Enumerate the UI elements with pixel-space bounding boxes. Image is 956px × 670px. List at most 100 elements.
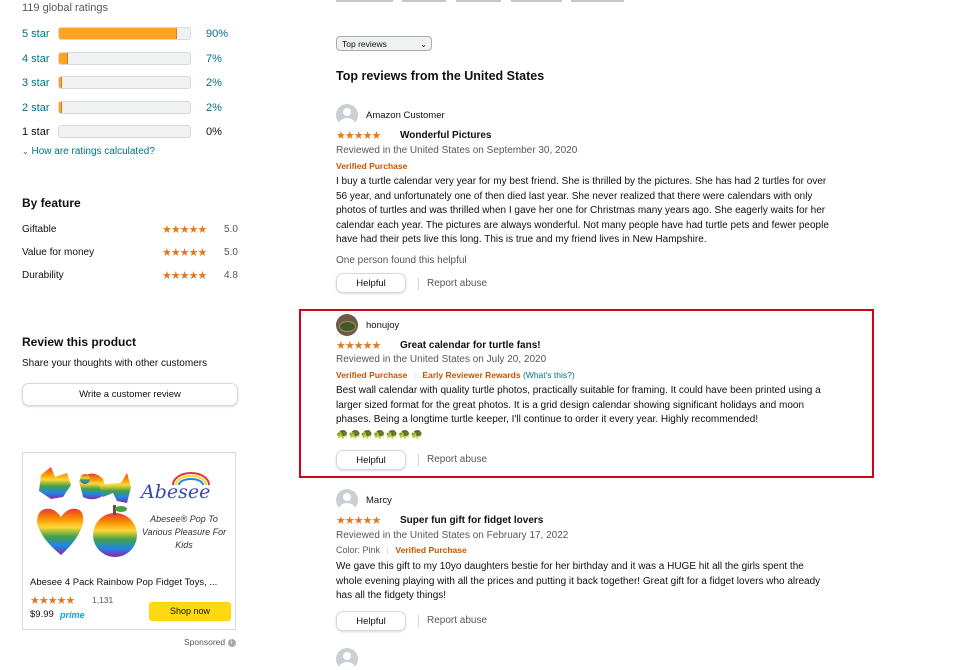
ad-tagline: Abesee® Pop To Various Pleasure For Kids bbox=[141, 514, 227, 550]
review-date: Reviewed in the United States on July 20… bbox=[336, 354, 547, 365]
review-title[interactable]: Wonderful Pictures bbox=[400, 130, 492, 141]
avatar[interactable] bbox=[336, 489, 358, 511]
helpful-button[interactable]: Helpful bbox=[336, 450, 406, 470]
chevron-down-icon: ⌄ bbox=[420, 40, 427, 49]
reviewer-name[interactable]: Amazon Customer bbox=[366, 110, 445, 121]
avatar[interactable] bbox=[336, 314, 358, 336]
report-abuse-link[interactable]: Report abuse bbox=[418, 278, 487, 290]
sponsored-label[interactable]: Sponsored i bbox=[184, 637, 236, 647]
star-rating-icon[interactable]: ★★★★★ bbox=[336, 129, 381, 142]
histogram-row-3-star[interactable]: 3 star 2% bbox=[22, 75, 232, 91]
feature-row-value-for-money: Value for money ★★★★★ 5.0 bbox=[22, 247, 240, 263]
star-rating-icon[interactable]: ★★★★★ bbox=[336, 514, 381, 527]
feature-row-giftable: Giftable ★★★★★ 5.0 bbox=[22, 224, 240, 240]
review-body: Best wall calendar with quality turtle p… bbox=[336, 385, 821, 425]
histogram-bar[interactable] bbox=[58, 101, 191, 114]
histogram-percent[interactable]: 7% bbox=[206, 51, 222, 67]
verified-purchase-badge: Verified Purchase bbox=[336, 370, 408, 380]
by-feature-title: By feature bbox=[22, 196, 81, 210]
helpful-count: One person found this helpful bbox=[336, 255, 467, 266]
histogram-percent[interactable]: 2% bbox=[206, 100, 222, 116]
histogram-label: 1 star bbox=[22, 126, 50, 138]
whats-this-link[interactable]: (What's this?) bbox=[523, 370, 575, 380]
ad-rating-count[interactable]: 1,131 bbox=[92, 595, 113, 605]
histogram-row-5-star[interactable]: 5 star 90% bbox=[22, 26, 232, 42]
histogram-row-2-star[interactable]: 2 star 2% bbox=[22, 100, 232, 116]
turtle-emoji-icons: 🐢🐢🐢🐢🐢🐢🐢 bbox=[336, 429, 424, 440]
sort-selected-value: Top reviews bbox=[342, 39, 387, 49]
review-date: Reviewed in the United States on Februar… bbox=[336, 530, 569, 541]
review-this-product-title: Review this product bbox=[22, 335, 137, 349]
verified-purchase-badge: Verified Purchase bbox=[395, 545, 467, 555]
feature-row-durability: Durability ★★★★★ 4.8 bbox=[22, 270, 240, 286]
histogram-label[interactable]: 2 star bbox=[22, 100, 50, 116]
histogram-bar[interactable] bbox=[58, 52, 191, 65]
histogram-bar[interactable] bbox=[58, 76, 191, 89]
shop-now-button[interactable]: Shop now bbox=[149, 602, 231, 621]
feature-score: 5.0 bbox=[224, 247, 238, 258]
badge-separator: | bbox=[386, 545, 389, 555]
histogram-percent: 0% bbox=[206, 126, 222, 138]
sponsored-ad[interactable]: Abesee Abesee® Pop To Various Pleasure F… bbox=[22, 452, 236, 630]
review-title[interactable]: Great calendar for turtle fans! bbox=[400, 340, 541, 351]
ad-product-image[interactable] bbox=[33, 463, 141, 567]
histogram-fill bbox=[59, 53, 69, 64]
review-body: We gave this gift to my 10yo daughters b… bbox=[336, 561, 821, 601]
feature-name: Value for money bbox=[22, 247, 95, 258]
review-item: Marcy ★★★★★ Super fun gift for fidget lo… bbox=[336, 489, 836, 639]
avatar[interactable] bbox=[336, 104, 358, 126]
star-rating-icon: ★★★★★ bbox=[162, 224, 207, 236]
info-icon: i bbox=[227, 638, 236, 647]
review-item: Amazon Customer ★★★★★ Wonderful Pictures… bbox=[336, 104, 836, 294]
histogram-fill bbox=[59, 77, 62, 88]
star-rating-icon[interactable]: ★★★★★ bbox=[336, 339, 381, 352]
avatar[interactable] bbox=[336, 648, 358, 670]
report-abuse-link[interactable]: Report abuse bbox=[418, 454, 487, 466]
how-ratings-calculated-link[interactable]: ⌄ How are ratings calculated? bbox=[22, 146, 155, 157]
report-abuse-link[interactable]: Report abuse bbox=[418, 615, 487, 627]
write-review-button[interactable]: Write a customer review bbox=[22, 383, 238, 406]
ad-price: $9.99 bbox=[30, 609, 54, 620]
review-badges: Color: Pink | Verified Purchase bbox=[336, 545, 467, 555]
review-body: I buy a turtle calendar very year for my… bbox=[336, 176, 829, 245]
sponsored-text: Sponsored bbox=[184, 637, 226, 647]
top-reviews-heading: Top reviews from the United States bbox=[336, 69, 545, 83]
helpful-button[interactable]: Helpful bbox=[336, 273, 406, 293]
review-this-product-subtitle: Share your thoughts with other customers bbox=[22, 358, 208, 369]
feature-name: Giftable bbox=[22, 224, 57, 235]
review-item: honujoy ★★★★★ Great calendar for turtle … bbox=[336, 314, 836, 472]
histogram-row-4-star[interactable]: 4 star 7% bbox=[22, 51, 232, 67]
histogram-bar bbox=[58, 125, 191, 138]
histogram-bar[interactable] bbox=[58, 27, 191, 40]
helpful-button[interactable]: Helpful bbox=[336, 611, 406, 631]
histogram-percent[interactable]: 90% bbox=[206, 26, 228, 42]
feature-score: 4.8 bbox=[224, 270, 238, 281]
star-rating-icon[interactable]: ★★★★★ bbox=[30, 594, 75, 607]
sort-reviews-select[interactable]: Top reviews ⌄ bbox=[336, 36, 432, 51]
feature-name: Durability bbox=[22, 270, 64, 281]
ad-product-title[interactable]: Abesee 4 Pack Rainbow Pop Fidget Toys, .… bbox=[30, 577, 217, 588]
review-badges: Verified Purchase | Early Reviewer Rewar… bbox=[336, 370, 575, 380]
verified-purchase-badge: Verified Purchase bbox=[336, 161, 408, 171]
histogram-label[interactable]: 4 star bbox=[22, 51, 50, 67]
histogram-percent[interactable]: 2% bbox=[206, 75, 222, 91]
star-rating-icon: ★★★★★ bbox=[162, 270, 207, 282]
badge-separator: | bbox=[413, 370, 416, 380]
star-rating-icon: ★★★★★ bbox=[162, 247, 207, 259]
global-ratings-count: 119 global ratings bbox=[22, 2, 109, 14]
histogram-fill bbox=[59, 28, 177, 39]
rainbow-icon bbox=[172, 472, 210, 485]
review-title[interactable]: Super fun gift for fidget lovers bbox=[400, 515, 543, 526]
product-variant: Color: Pink bbox=[336, 545, 381, 555]
reviewer-name[interactable]: Marcy bbox=[366, 495, 392, 506]
histogram-label[interactable]: 3 star bbox=[22, 75, 50, 91]
how-ratings-calculated-label: How are ratings calculated? bbox=[31, 146, 155, 157]
histogram-label[interactable]: 5 star bbox=[22, 26, 50, 42]
chevron-down-icon: ⌄ bbox=[22, 147, 29, 156]
review-date: Reviewed in the United States on Septemb… bbox=[336, 145, 578, 156]
early-reviewer-badge: Early Reviewer Rewards bbox=[422, 370, 521, 380]
prime-logo-icon: prime bbox=[60, 610, 85, 620]
feature-score: 5.0 bbox=[224, 224, 238, 235]
histogram-fill bbox=[59, 102, 62, 113]
reviewer-name[interactable]: honujoy bbox=[366, 320, 399, 331]
